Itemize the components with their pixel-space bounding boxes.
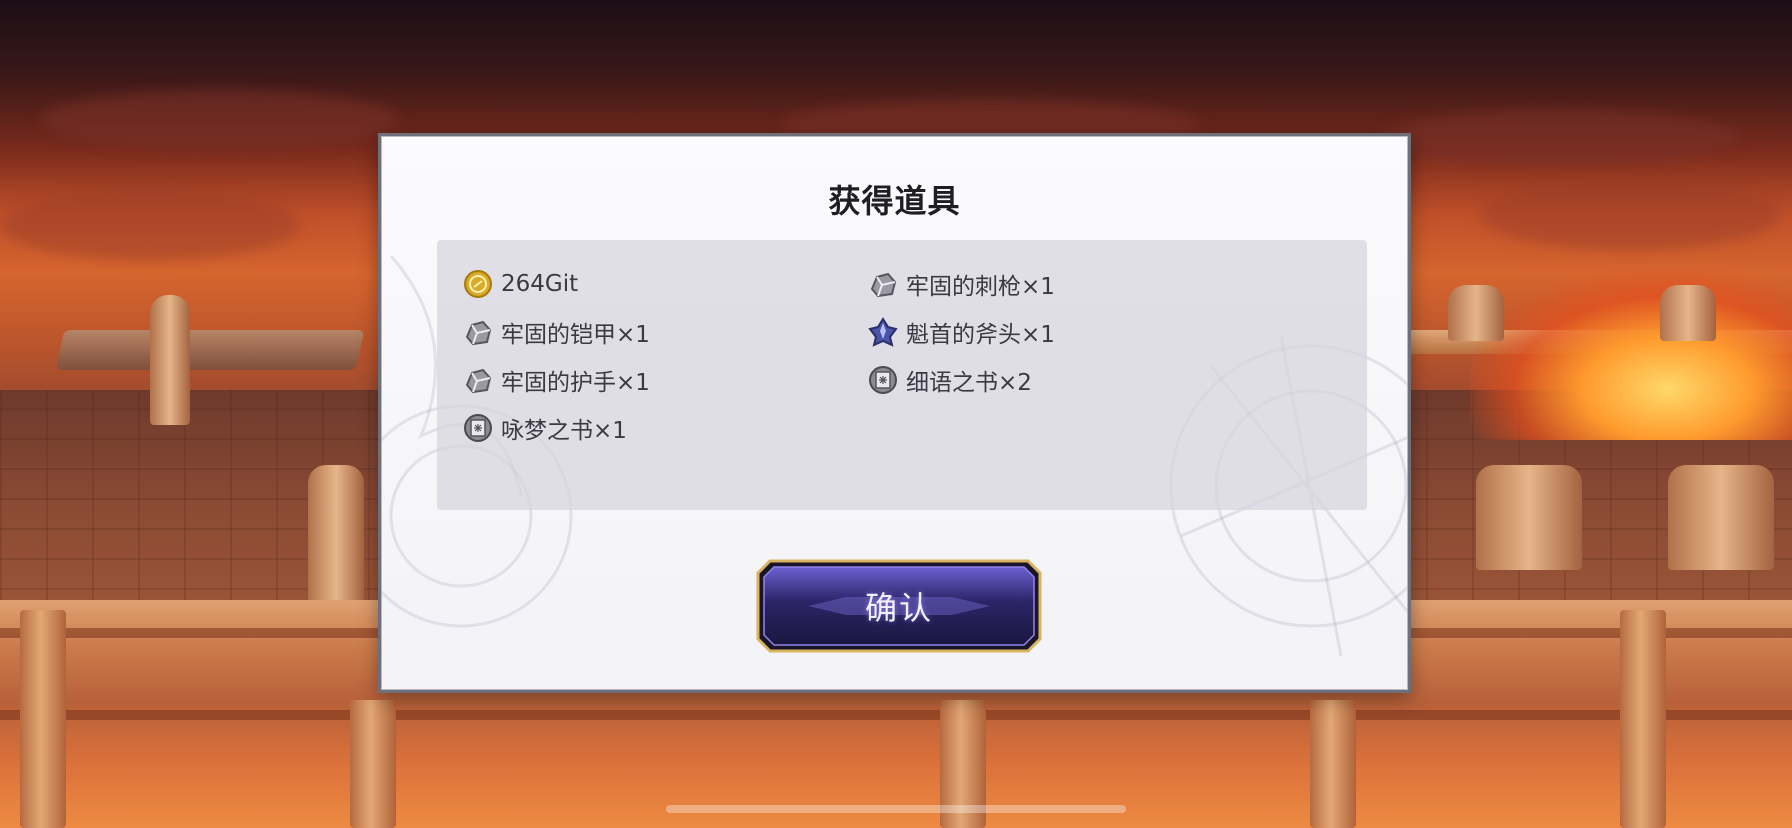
wall-pillar bbox=[20, 610, 66, 828]
stone-finial bbox=[1668, 465, 1774, 570]
iron-ore-icon bbox=[463, 317, 493, 347]
stone-finial bbox=[1476, 465, 1582, 570]
reward-item: 咏梦之书×1 bbox=[463, 410, 627, 446]
stone-finial bbox=[1448, 285, 1504, 341]
cloud bbox=[1380, 110, 1740, 166]
reward-item-label: 细语之书×2 bbox=[906, 370, 1032, 396]
dialog-title: 获得道具 bbox=[828, 182, 961, 220]
cloud bbox=[40, 90, 400, 150]
book-icon bbox=[868, 365, 898, 395]
confirm-button-label: 确认 bbox=[864, 589, 933, 627]
broken-ledge bbox=[55, 330, 365, 370]
wall-pillar bbox=[350, 700, 396, 828]
reward-item: 细语之书×2 bbox=[868, 362, 1032, 398]
reward-item: 魁首的斧头×1 bbox=[868, 314, 1055, 350]
iron-ore-icon bbox=[868, 269, 898, 299]
wall-pillar bbox=[1620, 610, 1666, 828]
stone-finial bbox=[1660, 285, 1716, 341]
iron-ore-icon bbox=[463, 365, 493, 395]
stone-finial bbox=[150, 295, 190, 425]
blue-crystal-icon bbox=[868, 317, 898, 347]
wall-band bbox=[0, 710, 1792, 720]
reward-item-label: 魁首的斧头×1 bbox=[906, 322, 1055, 348]
item-reward-dialog: 获得道具 264Git 牢固的刺枪×1 牢固的铠甲×1 魁首的斧头×1 牢固的护… bbox=[378, 133, 1411, 693]
reward-item: 牢固的护手×1 bbox=[463, 362, 650, 398]
reward-item-label: 264Git bbox=[501, 271, 579, 297]
wall-pillar bbox=[1310, 700, 1356, 828]
reward-item: 264Git bbox=[463, 266, 578, 302]
fire-effect bbox=[1470, 270, 1792, 440]
reward-item-label: 牢固的护手×1 bbox=[501, 370, 650, 396]
stone-finial bbox=[308, 465, 364, 615]
cloud bbox=[0, 190, 300, 260]
confirm-button[interactable]: 确认 bbox=[756, 559, 1042, 653]
reward-item-label: 牢固的铠甲×1 bbox=[501, 322, 650, 348]
reward-list: 264Git 牢固的刺枪×1 牢固的铠甲×1 魁首的斧头×1 牢固的护手×1 细… bbox=[437, 240, 1367, 510]
reward-item-label: 牢固的刺枪×1 bbox=[906, 274, 1055, 300]
gold-coin-icon bbox=[463, 269, 493, 299]
cloud bbox=[1480, 180, 1780, 250]
reward-item: 牢固的刺枪×1 bbox=[868, 266, 1055, 302]
book-icon bbox=[463, 413, 493, 443]
home-indicator[interactable] bbox=[666, 805, 1126, 813]
reward-item: 牢固的铠甲×1 bbox=[463, 314, 650, 350]
reward-item-label: 咏梦之书×1 bbox=[501, 418, 627, 444]
